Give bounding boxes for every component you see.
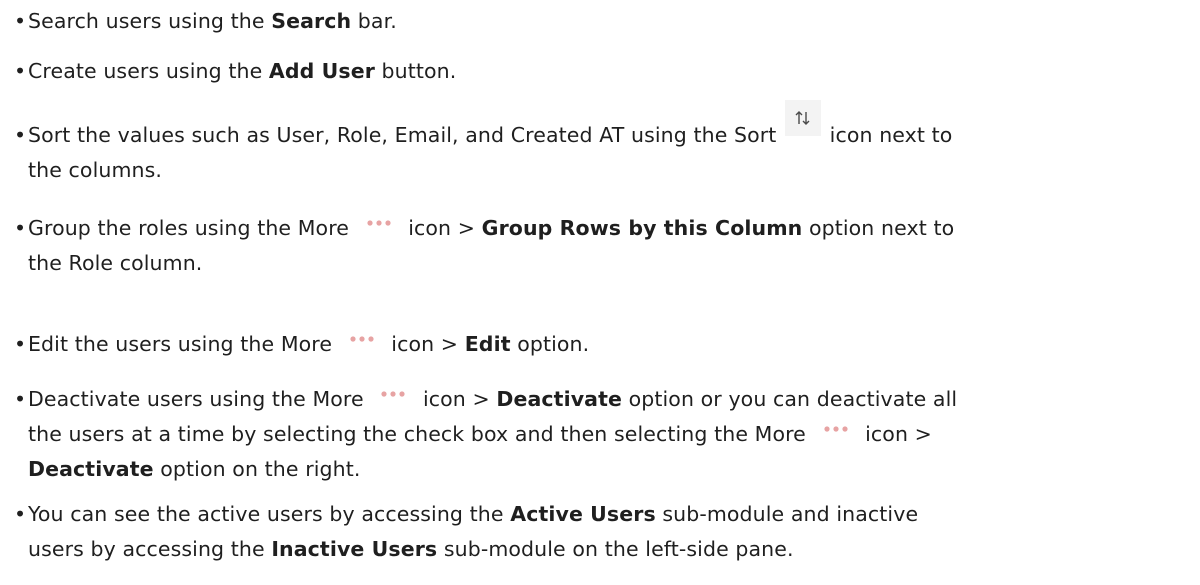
bullet-marker: • bbox=[14, 387, 27, 411]
body-text: bar. bbox=[351, 9, 397, 33]
list-item-line: •Sort the values such as User, Role, Ema… bbox=[14, 100, 1194, 153]
list-item: •You can see the active users by accessi… bbox=[14, 497, 1194, 567]
list-item-line: •Deactivate users using the More icon > … bbox=[14, 382, 1194, 417]
bullet-marker: • bbox=[14, 216, 27, 240]
list-item-line: the Role column. bbox=[14, 246, 1194, 281]
list-item-line: Deactivate option on the right. bbox=[14, 452, 1194, 487]
list-item-line: •Edit the users using the More icon > Ed… bbox=[14, 327, 1194, 362]
body-text: the columns. bbox=[28, 158, 163, 182]
body-text: icon > bbox=[384, 332, 465, 356]
body-text: option next to bbox=[802, 216, 955, 240]
more-icon bbox=[823, 426, 848, 432]
bold-term: Group Rows by this Column bbox=[481, 216, 803, 240]
body-text: icon > bbox=[416, 387, 497, 411]
list-item-line: •Search users using the Search bar. bbox=[14, 4, 1194, 39]
body-text: Search users using the bbox=[28, 9, 272, 33]
body-text: Edit the users using the More bbox=[28, 332, 339, 356]
bullet-marker: • bbox=[14, 332, 27, 356]
body-text: option. bbox=[510, 332, 590, 356]
bullet-marker: • bbox=[14, 502, 27, 526]
list-item: •Sort the values such as User, Role, Ema… bbox=[14, 100, 1194, 188]
help-document: •Search users using the Search bar. •Crea… bbox=[0, 0, 1200, 585]
sort-icon bbox=[785, 100, 822, 136]
bold-term: Edit bbox=[464, 332, 511, 356]
body-text: sub-module and inactive bbox=[655, 502, 919, 526]
list-item: •Deactivate users using the More icon > … bbox=[14, 382, 1194, 487]
bullet-marker: • bbox=[14, 59, 27, 83]
body-text: button. bbox=[374, 59, 457, 83]
more-icon bbox=[350, 336, 374, 342]
body-text: icon > bbox=[401, 216, 482, 240]
list-item-line: •Create users using the Add User button. bbox=[14, 54, 1194, 89]
list-item-line: •You can see the active users by accessi… bbox=[14, 497, 1194, 532]
body-text: icon next to bbox=[823, 123, 953, 147]
bold-term: Inactive Users bbox=[271, 537, 438, 561]
more-icon bbox=[367, 220, 391, 226]
list-item: •Edit the users using the More icon > Ed… bbox=[14, 327, 1194, 362]
body-text: Sort the values such as User, Role, Emai… bbox=[28, 123, 784, 147]
list-item: •Create users using the Add User button. bbox=[14, 54, 1194, 89]
body-text: icon > bbox=[858, 422, 932, 446]
body-text: option on the right. bbox=[153, 457, 361, 481]
body-text: Deactivate users using the More bbox=[28, 387, 371, 411]
list-item-line: users by accessing the Inactive Users su… bbox=[14, 532, 1194, 567]
more-icon bbox=[381, 391, 405, 397]
body-text: the Role column. bbox=[28, 251, 203, 275]
body-text: You can see the active users by accessin… bbox=[28, 502, 511, 526]
bullet-marker: • bbox=[14, 9, 27, 33]
list-item-line: the columns. bbox=[14, 153, 1194, 188]
body-text: sub-module on the left-side pane. bbox=[437, 537, 794, 561]
body-text: users by accessing the bbox=[28, 537, 272, 561]
body-text: Group the roles using the More bbox=[28, 216, 356, 240]
list-item: •Search users using the Search bar. bbox=[14, 4, 1194, 39]
bold-term: Deactivate bbox=[28, 457, 154, 481]
body-text: the users at a time by selecting the che… bbox=[28, 422, 813, 446]
bold-term: Active Users bbox=[510, 502, 656, 526]
body-text: option or you can deactivate all bbox=[622, 387, 958, 411]
list-item-line: •Group the roles using the More icon > G… bbox=[14, 211, 1194, 246]
list-item-line: the users at a time by selecting the che… bbox=[14, 417, 1194, 452]
bold-term: Add User bbox=[268, 59, 375, 83]
bold-term: Deactivate bbox=[496, 387, 622, 411]
bold-term: Search bbox=[271, 9, 352, 33]
bullet-marker: • bbox=[14, 123, 27, 147]
list-item: •Group the roles using the More icon > G… bbox=[14, 211, 1194, 281]
body-text: Create users using the bbox=[28, 59, 269, 83]
